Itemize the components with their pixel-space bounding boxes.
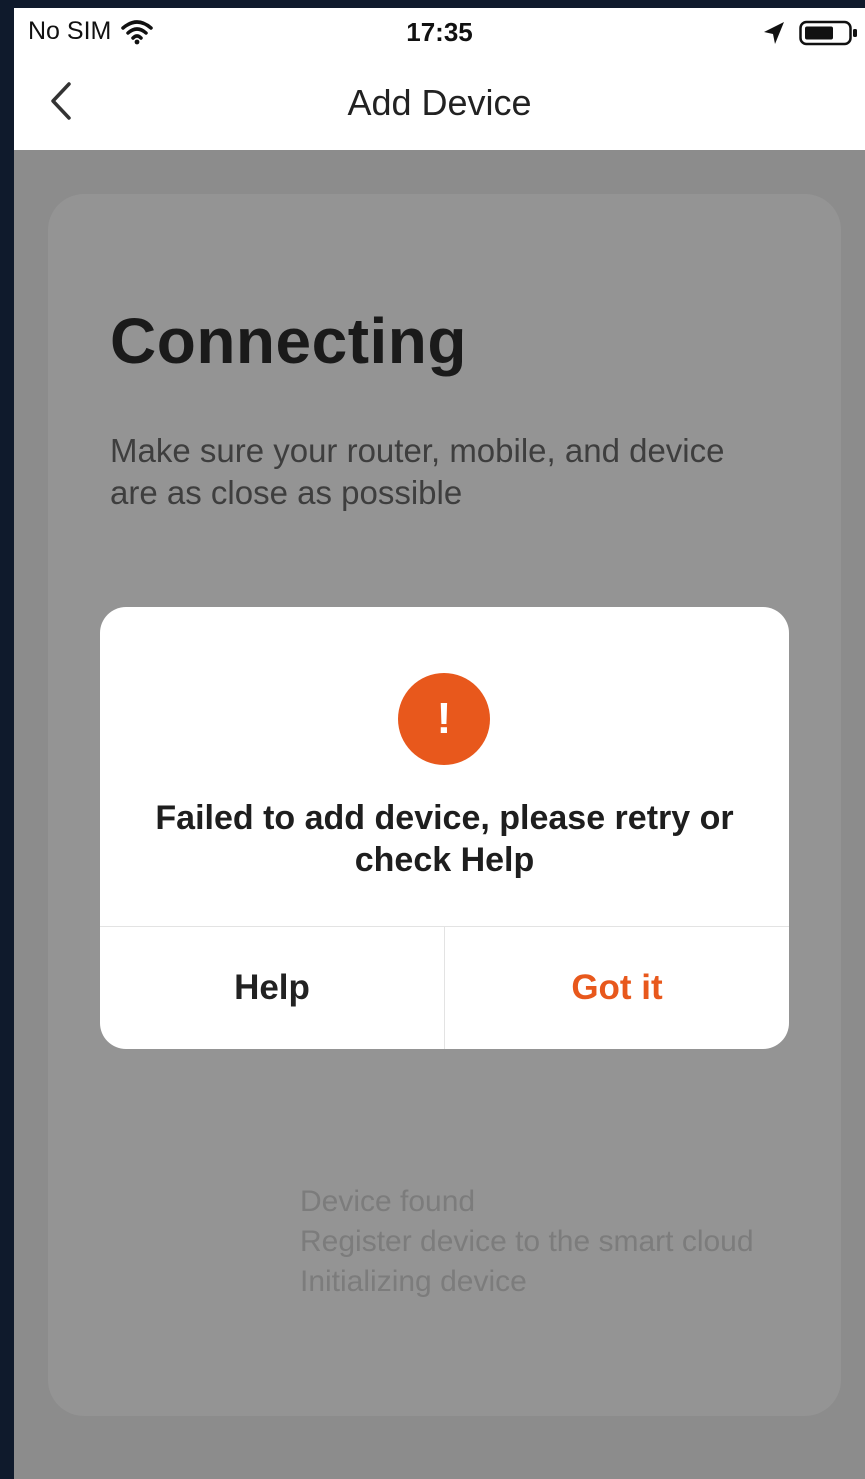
nav-bar: Add Device [14, 56, 865, 150]
step-item: Initializing device [300, 1265, 527, 1298]
got-it-button[interactable]: Got it [445, 927, 789, 1049]
status-bar: No SIM 17:35 [14, 8, 865, 56]
app-screen: No SIM 17:35 Add Device Connecting Make … [14, 8, 865, 1479]
battery-icon [799, 20, 857, 46]
progress-steps: Device found Register device to the smar… [300, 1182, 754, 1302]
dialog-message: Failed to add device, please retry or ch… [155, 799, 734, 879]
step-item: Device found [300, 1185, 476, 1218]
connecting-heading: Connecting [110, 305, 467, 377]
status-time: 17:35 [406, 17, 473, 47]
exclamation-circle-icon: ! [398, 673, 490, 765]
connecting-subtitle: Make sure your router, mobile, and devic… [110, 432, 725, 511]
step-item: Register device to the smart cloud [300, 1225, 754, 1258]
status-indicators [763, 20, 859, 46]
top-bar: No SIM 17:35 Add Device [14, 8, 865, 150]
location-arrow-icon [764, 22, 784, 44]
error-dialog: ! Failed to add device, please retry or … [100, 607, 789, 1049]
page-title: Add Device [347, 82, 532, 123]
exclamation-glyph: ! [436, 694, 452, 743]
help-button[interactable]: Help [100, 927, 444, 1049]
